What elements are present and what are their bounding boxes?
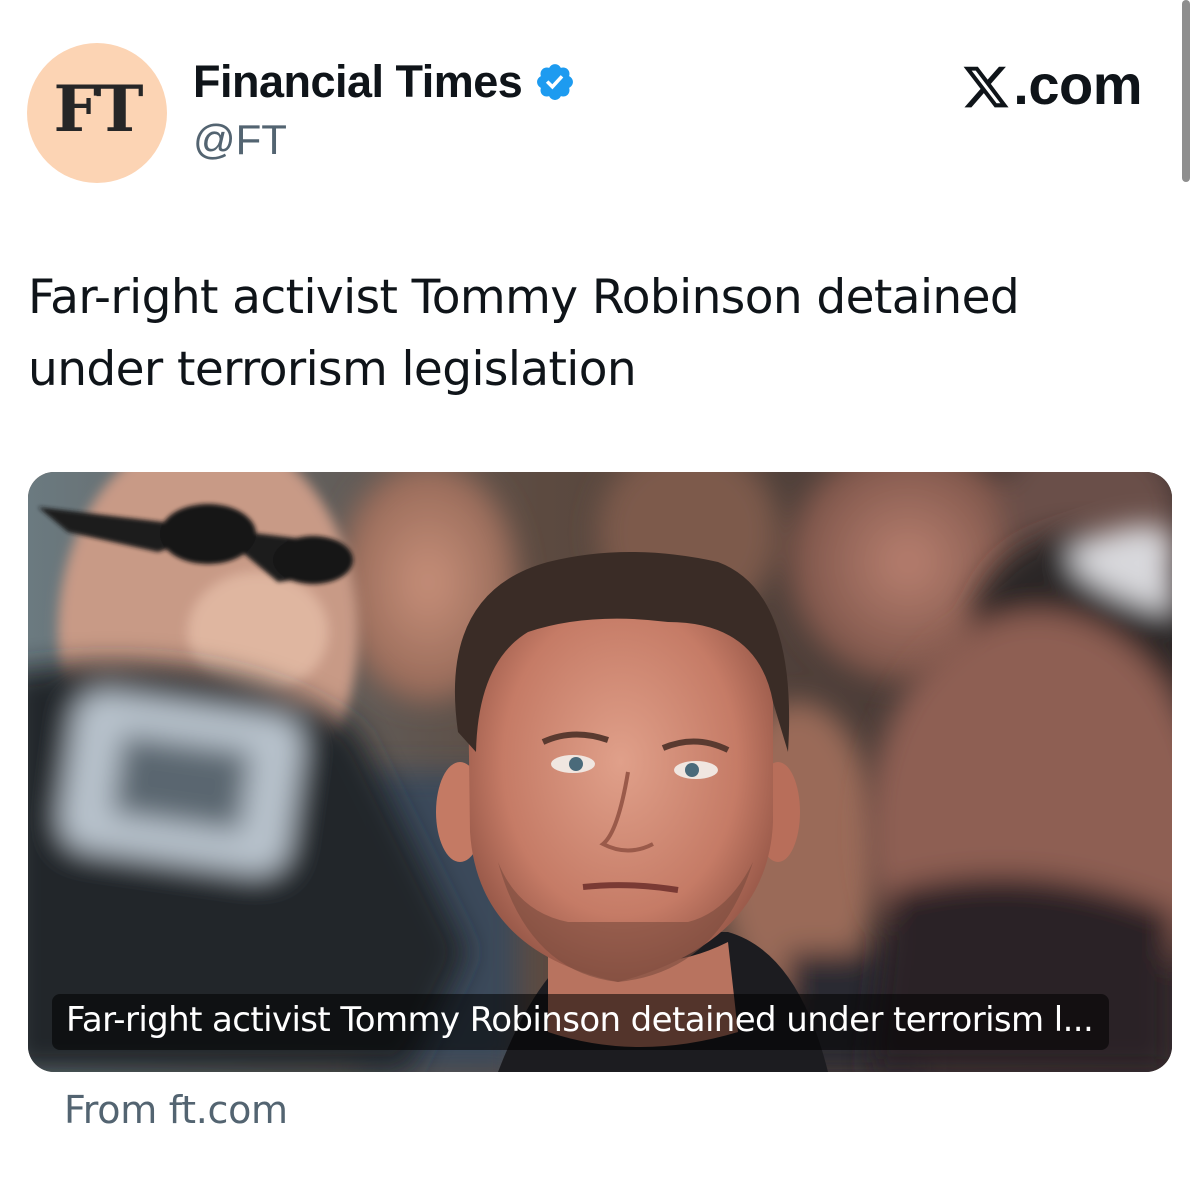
- site-badge: .com: [961, 52, 1142, 117]
- x-logo-icon: [961, 60, 1011, 110]
- card-caption: Far-right activist Tommy Robinson detain…: [52, 994, 1110, 1050]
- account-handle[interactable]: @FT: [193, 116, 287, 164]
- account-name[interactable]: Financial Times: [193, 56, 523, 108]
- card-image: [28, 472, 1172, 1072]
- scrollbar[interactable]: [1182, 0, 1190, 182]
- avatar-logo-text: FT: [53, 71, 143, 147]
- link-card[interactable]: Far-right activist Tommy Robinson detain…: [28, 472, 1172, 1072]
- account-name-row: Financial Times: [193, 56, 576, 108]
- tweet-text: Far-right activist Tommy Robinson detain…: [28, 270, 1020, 397]
- verified-badge-icon: [534, 61, 576, 103]
- avatar[interactable]: FT: [27, 43, 167, 183]
- site-label: .com: [1013, 53, 1142, 116]
- card-source[interactable]: From ft.com: [64, 1088, 288, 1132]
